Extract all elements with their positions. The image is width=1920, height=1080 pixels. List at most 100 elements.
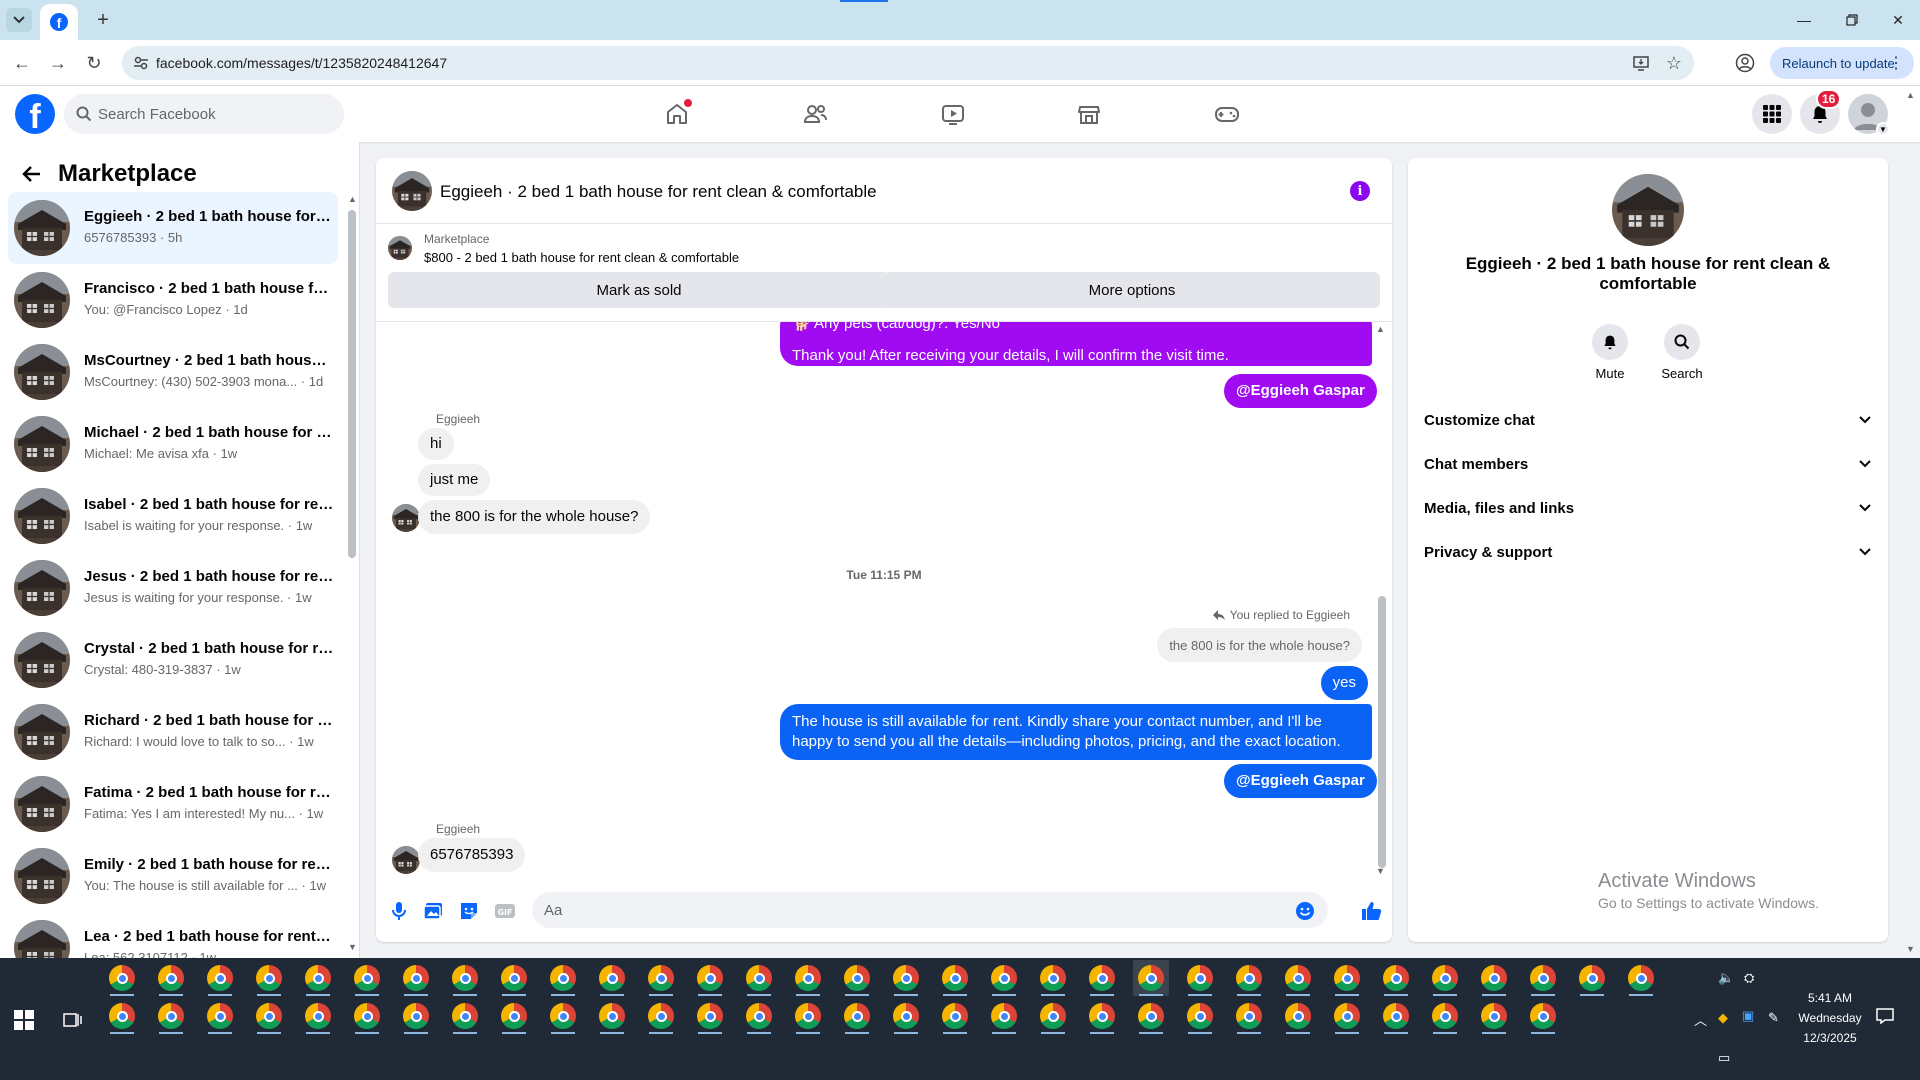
chat-scroll-up-icon[interactable]: ▲ <box>1376 324 1385 334</box>
info-section-chat-members[interactable]: Chat members <box>1424 442 1872 486</box>
conversation-item[interactable]: Richard · 2 bed 1 bath house for rent cl… <box>8 696 338 768</box>
chat-title[interactable]: Eggieeh · 2 bed 1 bath house for rent cl… <box>440 182 877 202</box>
info-section-media-files-and-links[interactable]: Media, files and links <box>1424 486 1872 530</box>
thumbs-up-icon[interactable] <box>1360 900 1382 922</box>
info-section-customize-chat[interactable]: Customize chat <box>1424 398 1872 442</box>
outgoing-message[interactable]: yes <box>1320 666 1368 700</box>
tray-display-icon[interactable]: ▭ <box>1718 1050 1730 1066</box>
chrome-taskbar-icon[interactable] <box>692 960 728 996</box>
chrome-taskbar-icon[interactable] <box>1182 960 1218 996</box>
chrome-taskbar-icon[interactable] <box>1035 998 1071 1034</box>
search-in-conversation-button[interactable]: Search <box>1652 324 1712 381</box>
sender-avatar[interactable] <box>392 504 420 532</box>
chrome-taskbar-icon[interactable] <box>153 998 189 1034</box>
chrome-taskbar-icon[interactable] <box>300 998 336 1034</box>
chrome-taskbar-icon[interactable] <box>1427 998 1463 1034</box>
sync-icon[interactable]: ⛭ <box>1744 970 1754 986</box>
chrome-taskbar-icon[interactable] <box>300 960 336 996</box>
new-tab-button[interactable]: + <box>90 8 116 32</box>
chrome-taskbar-icon[interactable] <box>153 960 189 996</box>
browser-profile-icon[interactable] <box>1735 53 1755 73</box>
restore-window-button[interactable] <box>1830 6 1874 34</box>
chrome-taskbar-icon[interactable] <box>839 960 875 996</box>
chrome-taskbar-icon[interactable] <box>251 960 287 996</box>
incoming-message[interactable]: just me <box>418 464 491 496</box>
message-input[interactable] <box>532 892 1328 928</box>
browser-menu-icon[interactable]: ⋮ <box>1888 53 1904 73</box>
left-scrollbar-thumb[interactable] <box>348 210 356 558</box>
chrome-taskbar-icon[interactable] <box>1231 960 1267 996</box>
chrome-taskbar-icon[interactable] <box>202 998 238 1034</box>
conversation-item[interactable]: MsCourtney · 2 bed 1 bath house for rent… <box>8 336 338 408</box>
chrome-taskbar-icon[interactable] <box>643 998 679 1034</box>
chrome-taskbar-icon[interactable] <box>839 998 875 1034</box>
conversation-item[interactable]: Michael · 2 bed 1 bath house for rent cl… <box>8 408 338 480</box>
chrome-taskbar-icon[interactable] <box>1084 998 1120 1034</box>
address-bar[interactable]: facebook.com/messages/t/1235820248412647… <box>122 46 1694 80</box>
gif-icon[interactable]: GIF <box>494 900 516 922</box>
chrome-taskbar-icon[interactable] <box>1280 998 1316 1034</box>
reload-button[interactable]: ↻ <box>80 49 108 77</box>
scroll-up-arrow-icon[interactable]: ▲ <box>348 194 357 204</box>
conversation-item[interactable]: Lea · 2 bed 1 bath house for rent clean … <box>8 912 338 958</box>
page-scroll-up-icon[interactable]: ▲ <box>1906 90 1915 100</box>
account-chevron-down-icon[interactable]: ▼ <box>1876 122 1890 136</box>
quoted-message[interactable]: the 800 is for the whole house? <box>1157 628 1362 662</box>
chrome-taskbar-icon[interactable] <box>251 998 287 1034</box>
nav-tab-gaming[interactable] <box>1172 86 1282 142</box>
conversation-item[interactable]: Isabel · 2 bed 1 bath house for rent cle… <box>8 480 338 552</box>
chrome-taskbar-icon[interactable] <box>888 998 924 1034</box>
close-window-button[interactable]: ✕ <box>1876 6 1920 34</box>
outgoing-mention-message[interactable]: @Eggieeh Gaspar <box>1224 374 1377 408</box>
show-hidden-icons-chevron-up-icon[interactable]: ︿ <box>1694 1010 1707 1029</box>
chrome-taskbar-icon[interactable] <box>1035 960 1071 996</box>
conversation-item[interactable]: Emily · 2 bed 1 bath house for rent clea… <box>8 840 338 912</box>
notification-center-icon[interactable] <box>1876 1008 1894 1024</box>
chrome-taskbar-icon[interactable] <box>104 998 140 1034</box>
chrome-taskbar-icon[interactable] <box>1133 960 1169 996</box>
chrome-taskbar-icon[interactable] <box>398 960 434 996</box>
bookmark-star-icon[interactable]: ☆ <box>1666 53 1682 74</box>
chrome-taskbar-icon[interactable] <box>790 998 826 1034</box>
chat-scroll-down-icon[interactable]: ▼ <box>1376 866 1385 876</box>
nav-tab-marketplace[interactable] <box>1034 86 1144 142</box>
relaunch-to-update-button[interactable]: Relaunch to update ⋮ <box>1770 47 1914 79</box>
minimize-window-button[interactable]: — <box>1782 6 1826 34</box>
listing-thumbnail[interactable] <box>388 236 412 260</box>
facebook-search-input[interactable] <box>98 94 328 134</box>
chrome-taskbar-icon[interactable] <box>349 960 385 996</box>
chrome-taskbar-icon[interactable] <box>937 960 973 996</box>
chrome-taskbar-icon[interactable] <box>1084 960 1120 996</box>
outgoing-message[interactable]: The house is still available for rent. K… <box>780 704 1372 760</box>
microphone-icon[interactable] <box>388 900 410 922</box>
chrome-taskbar-icon[interactable] <box>447 998 483 1034</box>
chrome-taskbar-icon[interactable] <box>1525 960 1561 996</box>
emoji-icon[interactable] <box>1294 900 1316 922</box>
conversation-item[interactable]: Jesus · 2 bed 1 bath house for rent clea… <box>8 552 338 624</box>
chrome-taskbar-icon[interactable] <box>1378 998 1414 1034</box>
chrome-taskbar-icon[interactable] <box>1623 960 1659 996</box>
install-app-icon[interactable] <box>1632 54 1650 72</box>
tray-network-icon[interactable]: ▣ <box>1742 1008 1754 1024</box>
chat-avatar[interactable] <box>392 171 432 211</box>
chrome-taskbar-icon[interactable] <box>888 960 924 996</box>
forward-button[interactable]: → <box>44 49 72 77</box>
chrome-taskbar-icon[interactable] <box>1476 998 1512 1034</box>
nav-tab-video[interactable] <box>898 86 1008 142</box>
chrome-taskbar-icon[interactable] <box>104 960 140 996</box>
chrome-taskbar-icon[interactable] <box>594 960 630 996</box>
browser-tab-facebook[interactable]: f <box>40 4 78 40</box>
photo-icon[interactable] <box>422 900 444 922</box>
chrome-taskbar-icon[interactable] <box>790 960 826 996</box>
chrome-taskbar-icon[interactable] <box>398 998 434 1034</box>
scroll-down-arrow-icon[interactable]: ▼ <box>348 942 357 952</box>
info-section-privacy-support[interactable]: Privacy & support <box>1424 530 1872 574</box>
conversation-item[interactable]: Eggieeh · 2 bed 1 bath house for rent cl… <box>8 192 338 264</box>
chrome-taskbar-icon[interactable] <box>1133 998 1169 1034</box>
conversation-item[interactable]: Francisco · 2 bed 1 bath house for rent … <box>8 264 338 336</box>
nav-tab-friends[interactable] <box>760 86 870 142</box>
chrome-taskbar-icon[interactable] <box>202 960 238 996</box>
mark-as-sold-button[interactable]: Mark as sold <box>388 272 890 308</box>
outgoing-mention-message[interactable]: @Eggieeh Gaspar <box>1224 764 1377 798</box>
chrome-taskbar-icon[interactable] <box>1378 960 1414 996</box>
